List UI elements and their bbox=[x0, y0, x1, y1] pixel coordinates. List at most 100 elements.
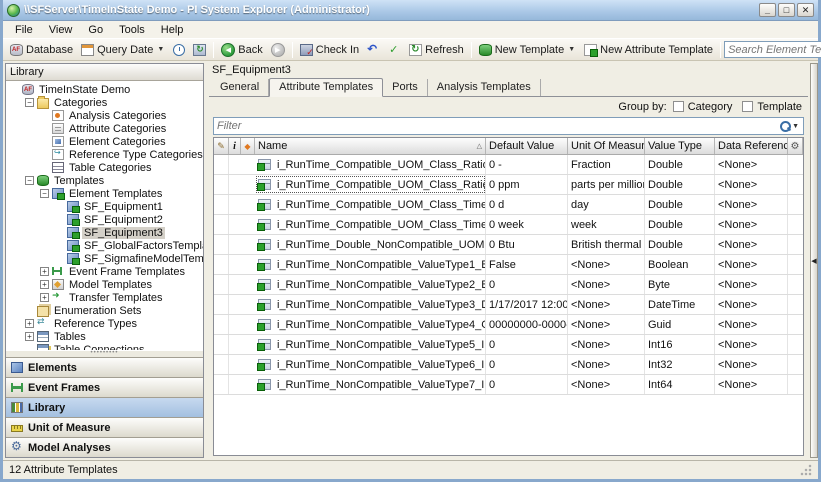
tree-item-transfer-templates[interactable]: + Transfer Templates bbox=[6, 290, 203, 304]
table-row[interactable]: i_RunTime_Compatible_UOM_Class_Ratio_Fra… bbox=[214, 155, 803, 175]
cell-data-reference[interactable]: <None> bbox=[715, 315, 788, 334]
cell-name[interactable]: i_RunTime_Compatible_UOM_Class_Ratio_Fra… bbox=[255, 155, 486, 174]
cell-data-reference[interactable]: <None> bbox=[715, 375, 788, 394]
cell-unit-of-measure[interactable]: week bbox=[568, 215, 645, 234]
cell-name[interactable]: i_RunTime_Compatible_UOM_Class_Ratio_ppm bbox=[255, 175, 486, 194]
cell-default-value[interactable]: 0 week bbox=[486, 215, 568, 234]
cell-unit-of-measure[interactable]: <None> bbox=[568, 315, 645, 334]
cell-default-value[interactable]: 0 d bbox=[486, 195, 568, 214]
cell-default-value[interactable]: 0 ppm bbox=[486, 175, 568, 194]
cell-default-value[interactable]: 0 - bbox=[486, 155, 568, 174]
tree-item-timeinstate-demo[interactable]: TimeInState Demo bbox=[6, 83, 203, 96]
cell-name[interactable]: i_RunTime_Compatible_UOM_Class_Time_Week bbox=[255, 215, 486, 234]
cell-name[interactable]: i_RunTime_Double_NonCompatible_UOM bbox=[255, 235, 486, 254]
cell-unit-of-measure[interactable]: day bbox=[568, 195, 645, 214]
tree-item-enumeration-sets[interactable]: Enumeration Sets bbox=[6, 304, 203, 317]
cell-default-value[interactable]: 0 bbox=[486, 275, 568, 294]
nav-button-unit-of-measure[interactable]: Unit of Measure bbox=[6, 417, 203, 437]
table-row[interactable]: i_RunTime_Compatible_UOM_Class_Ratio_ppm… bbox=[214, 175, 803, 195]
cell-data-reference[interactable]: <None> bbox=[715, 175, 788, 194]
menu-go[interactable]: Go bbox=[80, 23, 111, 37]
database-button[interactable]: Database bbox=[6, 42, 77, 58]
table-row[interactable]: i_RunTime_NonCompatible_ValueType2_Byte 0… bbox=[214, 275, 803, 295]
undo-checkout-button[interactable] bbox=[363, 42, 384, 58]
cell-data-reference[interactable]: <None> bbox=[715, 255, 788, 274]
table-row[interactable]: i_RunTime_NonCompatible_ValueType7_Int64… bbox=[214, 375, 803, 395]
nav-button-elements[interactable]: Elements bbox=[6, 357, 203, 377]
edit-column-header[interactable]: ✎ bbox=[214, 138, 229, 154]
expand-icon[interactable]: + bbox=[40, 280, 49, 289]
sync-button[interactable] bbox=[189, 42, 210, 58]
expand-icon[interactable]: + bbox=[25, 319, 34, 328]
cell-name[interactable]: i_RunTime_NonCompatible_ValueType6_Int32 bbox=[255, 355, 486, 374]
cell-data-reference[interactable]: <None> bbox=[715, 275, 788, 294]
cell-default-value[interactable]: 0 bbox=[486, 375, 568, 394]
tree-item-table-connections[interactable]: Table Connections bbox=[6, 343, 203, 350]
cell-value-type[interactable]: Int64 bbox=[645, 375, 715, 394]
cell-data-reference[interactable]: <None> bbox=[715, 235, 788, 254]
cell-name[interactable]: i_RunTime_NonCompatible_ValueType7_Int64 bbox=[255, 375, 486, 394]
cell-unit-of-measure[interactable]: <None> bbox=[568, 335, 645, 354]
expand-icon[interactable]: + bbox=[25, 332, 34, 341]
menu-file[interactable]: File bbox=[7, 23, 41, 37]
table-row[interactable]: i_RunTime_Compatible_UOM_Class_Time_Days… bbox=[214, 195, 803, 215]
cell-value-type[interactable]: Byte bbox=[645, 275, 715, 294]
cell-default-value[interactable]: 0 bbox=[486, 335, 568, 354]
tree-item-table-categories[interactable]: Table Categories bbox=[6, 161, 203, 174]
forward-button[interactable]: ▶ bbox=[267, 41, 289, 59]
expand-icon[interactable]: + bbox=[40, 267, 49, 276]
table-row[interactable]: i_RunTime_Double_NonCompatible_UOM 0 Btu B… bbox=[214, 235, 803, 255]
expand-icon[interactable]: + bbox=[40, 293, 49, 302]
tree-item-tables[interactable]: + Tables bbox=[6, 330, 203, 343]
nav-button-model-analyses[interactable]: Model Analyses bbox=[6, 437, 203, 457]
cell-data-reference[interactable]: <None> bbox=[715, 195, 788, 214]
cell-default-value[interactable]: False bbox=[486, 255, 568, 274]
cell-data-reference[interactable]: <None> bbox=[715, 155, 788, 174]
chevron-down-icon[interactable]: ▼ bbox=[791, 123, 800, 130]
tree-item-sf-equipment1[interactable]: SF_Equipment1 bbox=[6, 200, 203, 213]
checkbox-template[interactable] bbox=[742, 101, 754, 112]
tree-item-attribute-categories[interactable]: Attribute Categories bbox=[6, 122, 203, 135]
cell-default-value[interactable]: 0 Btu bbox=[486, 235, 568, 254]
tree-item-element-categories[interactable]: Element Categories bbox=[6, 135, 203, 148]
new-attribute-template-button[interactable]: New Attribute Template bbox=[580, 42, 717, 58]
query-date-button[interactable]: Query Date ▼ bbox=[77, 42, 169, 58]
cell-unit-of-measure[interactable]: <None> bbox=[568, 375, 645, 394]
table-row[interactable]: i_RunTime_Compatible_UOM_Class_Time_Week… bbox=[214, 215, 803, 235]
collapse-icon[interactable]: − bbox=[25, 176, 34, 185]
menu-tools[interactable]: Tools bbox=[111, 23, 153, 37]
close-button[interactable]: ✕ bbox=[797, 3, 814, 17]
cell-unit-of-measure[interactable]: Fraction bbox=[568, 155, 645, 174]
search-input[interactable] bbox=[728, 43, 821, 56]
cell-data-reference[interactable]: <None> bbox=[715, 215, 788, 234]
cell-name[interactable]: i_RunTime_NonCompatible_ValueType5_Int16 bbox=[255, 335, 486, 354]
tab-attribute-templates[interactable]: Attribute Templates bbox=[269, 78, 384, 97]
column-header-value-type[interactable]: Value Type bbox=[645, 138, 715, 154]
tree-item-reference-type-categories[interactable]: Reference Type Categories bbox=[6, 148, 203, 161]
cell-data-reference[interactable]: <None> bbox=[715, 335, 788, 354]
tree-item-model-templates[interactable]: + Model Templates bbox=[6, 278, 203, 291]
column-header-unit-of-measure[interactable]: Unit Of Measure bbox=[568, 138, 645, 154]
cell-unit-of-measure[interactable]: <None> bbox=[568, 255, 645, 274]
cell-unit-of-measure[interactable]: <None> bbox=[568, 295, 645, 314]
table-row[interactable]: i_RunTime_NonCompatible_ValueType3_DateT… bbox=[214, 295, 803, 315]
cell-data-reference[interactable]: <None> bbox=[715, 355, 788, 374]
cell-default-value[interactable]: 00000000-0000-... bbox=[486, 315, 568, 334]
cell-value-type[interactable]: Double bbox=[645, 195, 715, 214]
tree-item-event-frame-templates[interactable]: + Event Frame Templates bbox=[6, 265, 203, 278]
cell-default-value[interactable]: 1/17/2017 12:00:... bbox=[486, 295, 568, 314]
group-by-option-category[interactable]: Category bbox=[672, 101, 732, 113]
cell-unit-of-measure[interactable]: <None> bbox=[568, 275, 645, 294]
nav-button-library[interactable]: Library bbox=[6, 397, 203, 417]
collapsed-pane-splitter[interactable]: ◀ bbox=[810, 63, 818, 458]
cell-data-reference[interactable]: <None> bbox=[715, 295, 788, 314]
filter-search-icon[interactable] bbox=[780, 120, 792, 132]
cell-value-type[interactable]: Boolean bbox=[645, 255, 715, 274]
table-row[interactable]: i_RunTime_NonCompatible_ValueType6_Int32… bbox=[214, 355, 803, 375]
cell-value-type[interactable]: DateTime bbox=[645, 295, 715, 314]
cell-value-type[interactable]: Double bbox=[645, 215, 715, 234]
new-template-button[interactable]: New Template ▼ bbox=[475, 42, 580, 58]
tree-item-element-templates[interactable]: − Element Templates bbox=[6, 187, 203, 200]
cell-name[interactable]: i_RunTime_NonCompatible_ValueType1_Boole… bbox=[255, 255, 486, 274]
apply-button[interactable] bbox=[384, 42, 405, 58]
